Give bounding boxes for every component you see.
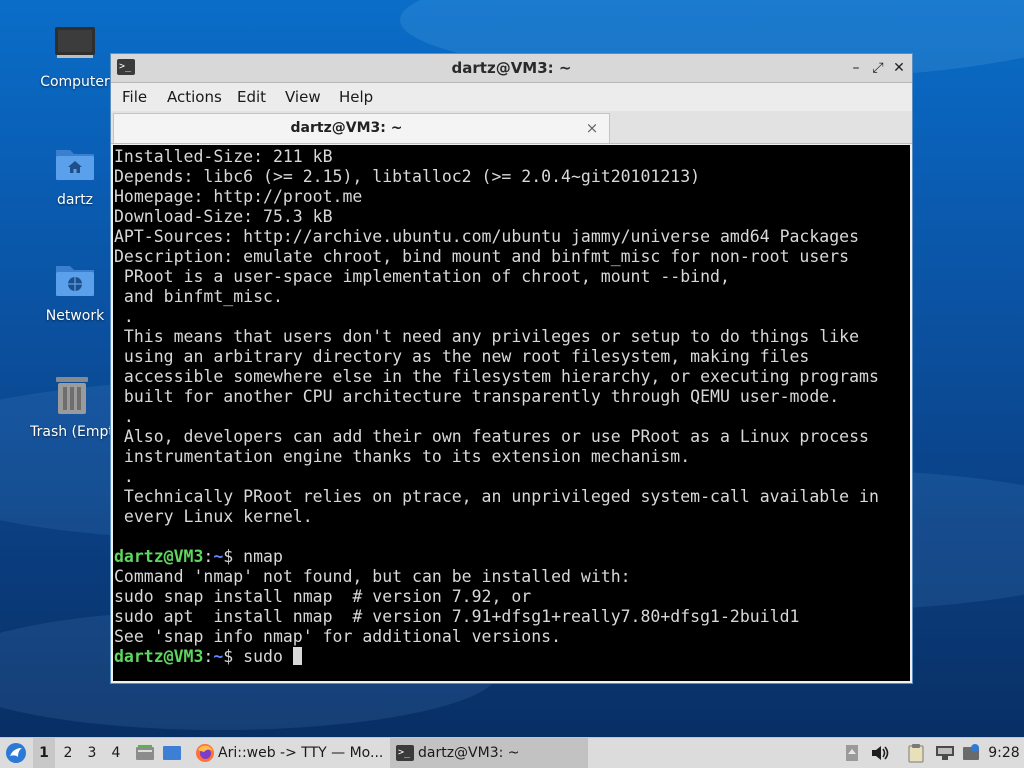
prompt-separator: :	[203, 547, 214, 566]
maximize-button[interactable]: ⤢	[868, 58, 888, 78]
terminal-output[interactable]: Installed-Size: 211 kB Depends: libc6 (>=…	[113, 145, 910, 681]
window-titlebar[interactable]: >_ dartz@VM3: ~ – ⤢ ✕	[111, 54, 912, 83]
terminal-line: Also, developers can add their own featu…	[114, 427, 869, 446]
terminal-line: Homepage: http://proot.me	[114, 187, 363, 206]
menu-help[interactable]: Help	[339, 83, 373, 111]
network-wired-icon	[936, 746, 954, 760]
eject-icon	[846, 745, 858, 761]
terminal-line: accessible somewhere else in the filesys…	[114, 367, 879, 386]
terminal-task-icon: >_	[396, 745, 414, 761]
terminal-line: .	[114, 407, 134, 426]
tab-close-icon[interactable]: ×	[583, 118, 601, 138]
text-cursor	[292, 647, 302, 665]
speaker-icon	[872, 746, 889, 760]
terminal-line: APT-Sources: http://archive.ubuntu.com/u…	[114, 227, 860, 246]
workspace-4[interactable]: 4	[105, 738, 127, 768]
prompt-line: dartz@VM3:~$ nmap	[113, 547, 910, 567]
prompt-path: ~	[213, 547, 224, 566]
desktop-icon-label: Trash (Empt	[30, 424, 114, 440]
home-folder-icon	[56, 150, 94, 180]
terminal-lines: Installed-Size: 211 kB Depends: libc6 (>=…	[113, 147, 910, 547]
task-label: dartz@VM3: ~	[418, 745, 520, 761]
terminal-line: .	[114, 307, 134, 326]
terminal-line: Installed-Size: 211 kB	[114, 147, 333, 166]
tab-bar: dartz@VM3: ~ ×	[111, 111, 912, 144]
desktop-icon-label: Computer	[40, 74, 110, 90]
desktop-icon-home[interactable]: dartz	[27, 142, 123, 208]
menu-bar: File Actions Edit View Help	[111, 83, 912, 111]
menu-file[interactable]: File	[122, 83, 147, 111]
terminal-line: built for another CPU architecture trans…	[114, 387, 840, 406]
terminal-line: Command 'nmap' not found, but can be ins…	[114, 567, 631, 586]
current-input: sudo	[233, 647, 293, 666]
desktop-icon-label: dartz	[56, 192, 94, 208]
clipboard-button[interactable]	[904, 738, 928, 768]
terminal-line: every Linux kernel.	[114, 507, 313, 526]
prompt-symbol: $	[223, 547, 234, 566]
terminal-line: Description: emulate chroot, bind mount …	[114, 247, 850, 266]
command-text: nmap	[233, 547, 283, 566]
terminal-line: using an arbitrary directory as the new …	[114, 347, 810, 366]
file-manager-launcher[interactable]	[133, 738, 157, 768]
trash-icon	[56, 377, 88, 414]
desktop-icon-trash[interactable]: Trash (Empt	[22, 374, 122, 440]
taskbar: 1 2 3 4 Ari::web -> TTY — Mo... >_ dartz…	[0, 737, 1024, 768]
terminal-line: instrumentation engine thanks to its ext…	[114, 447, 691, 466]
prompt-user: dartz@VM3	[114, 547, 204, 566]
prompt-user: dartz@VM3	[114, 647, 204, 666]
terminal-line: Technically PRoot relies on ptrace, an u…	[114, 487, 879, 506]
terminal-line: sudo snap install nmap # version 7.92, o…	[114, 587, 532, 606]
workspace-2[interactable]: 2	[57, 738, 79, 768]
desktop-icon-network[interactable]: Network	[27, 258, 123, 324]
workspace-1[interactable]: 1	[33, 738, 55, 768]
terminal-line: See 'snap info nmap' for additional vers…	[114, 627, 562, 646]
task-label: Ari::web -> TTY — Mo...	[218, 745, 384, 761]
start-menu-button[interactable]	[2, 738, 30, 768]
prompt-separator: :	[203, 647, 214, 666]
task-firefox[interactable]: Ari::web -> TTY — Mo...	[190, 738, 388, 768]
menu-edit[interactable]: Edit	[237, 83, 266, 111]
terminal-line: Download-Size: 75.3 kB	[114, 207, 333, 226]
firefox-icon	[196, 744, 214, 762]
volume-button[interactable]	[868, 738, 892, 768]
desktop-icon-computer[interactable]: Computer	[27, 24, 123, 90]
desktop-icon	[163, 746, 181, 760]
minimize-button[interactable]: –	[846, 58, 866, 78]
terminal-line: Depends: libc6 (>= 2.15), libtalloc2 (>=…	[114, 167, 701, 186]
command-output: Command 'nmap' not found, but can be ins…	[113, 567, 910, 647]
terminal-line: .	[114, 467, 134, 486]
prompt-line-current: dartz@VM3:~$ sudo	[113, 647, 910, 667]
close-button[interactable]: ✕	[889, 58, 909, 78]
menu-view[interactable]: View	[285, 83, 321, 111]
clipboard-icon	[908, 744, 924, 763]
notifications-button[interactable]	[960, 738, 982, 768]
menu-actions[interactable]: Actions	[167, 83, 222, 111]
terminal-line: sudo apt install nmap # version 7.91+dfs…	[114, 607, 800, 626]
network-status-button[interactable]	[932, 738, 958, 768]
terminal-line: and binfmt_misc.	[114, 287, 283, 306]
window-title: dartz@VM3: ~	[451, 59, 572, 77]
update-notifier-icon	[963, 744, 979, 760]
task-terminal[interactable]: >_ dartz@VM3: ~	[390, 738, 588, 768]
network-folder-icon	[56, 266, 94, 296]
terminal-line: This means that users don't need any pri…	[114, 327, 860, 346]
terminal-window[interactable]: >_ dartz@VM3: ~ – ⤢ ✕ File Actions Edit …	[110, 53, 913, 684]
prompt-symbol: $	[223, 647, 234, 666]
terminal-line: PRoot is a user-space implementation of …	[114, 267, 730, 286]
tray-scroll-button[interactable]	[842, 738, 862, 768]
file-manager-icon	[136, 745, 154, 760]
clock[interactable]: 9:28	[986, 738, 1022, 768]
show-desktop-button[interactable]	[160, 738, 184, 768]
prompt-path: ~	[213, 647, 224, 666]
desktop: Computer dartz Network Trash (Empt >_ da…	[0, 0, 1024, 768]
lubuntu-logo-icon	[6, 743, 26, 763]
desktop-icon-label: Network	[45, 308, 105, 324]
tab-label: dartz@VM3: ~	[290, 120, 403, 136]
terminal-tab[interactable]: dartz@VM3: ~ ×	[113, 113, 610, 143]
workspace-3[interactable]: 3	[81, 738, 103, 768]
computer-icon	[55, 27, 95, 58]
